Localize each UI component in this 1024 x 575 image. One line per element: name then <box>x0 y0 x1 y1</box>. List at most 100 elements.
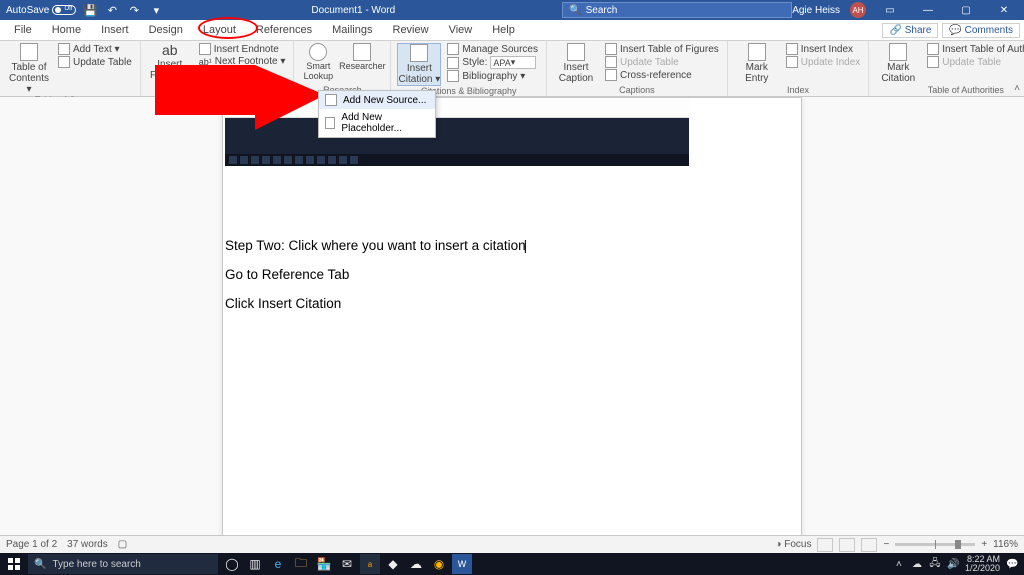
user-name[interactable]: Agie Heiss <box>792 5 840 16</box>
insert-toa-button[interactable]: Insert Table of Authorities <box>925 43 1024 55</box>
add-source-icon <box>325 94 337 106</box>
file-explorer-icon[interactable]: 🗀 <box>291 554 311 574</box>
smart-lookup-button[interactable]: Smart Lookup <box>300 43 336 82</box>
qat-customize-icon[interactable]: ▾ <box>148 2 164 18</box>
tab-mailings[interactable]: Mailings <box>322 21 382 39</box>
tray-chevron-icon[interactable]: ˄ <box>893 559 905 570</box>
update-toc-button[interactable]: Update Table <box>56 56 134 68</box>
zoom-slider[interactable] <box>895 543 975 546</box>
onedrive-icon[interactable]: ☁ <box>406 554 426 574</box>
taskbar-search[interactable]: 🔍 Type here to search <box>28 554 218 574</box>
add-new-placeholder-item[interactable]: Add New Placeholder... <box>319 109 435 137</box>
ribbon-display-options-icon[interactable]: ▭ <box>876 0 904 20</box>
collapse-ribbon-icon[interactable]: ˄ <box>1014 83 1020 94</box>
zoom-in-button[interactable]: + <box>981 539 987 550</box>
windows-taskbar: 🔍 Type here to search ◯ ▥ e 🗀 🏪 ✉ a ◆ ☁ … <box>0 553 1024 575</box>
bibliography-button[interactable]: Bibliography ▾ <box>445 70 540 82</box>
tab-file[interactable]: File <box>4 21 42 39</box>
researcher-button[interactable]: Researcher <box>340 43 384 72</box>
add-text-button[interactable]: Add Text ▾ <box>56 43 134 55</box>
read-mode-view-icon[interactable] <box>817 538 833 552</box>
start-button[interactable] <box>0 553 28 575</box>
word-count[interactable]: 37 words <box>67 539 108 550</box>
add-new-source-item[interactable]: Add New Source... <box>319 91 435 109</box>
task-view-icon[interactable]: ▥ <box>245 554 265 574</box>
citation-icon <box>410 44 428 62</box>
redo-icon[interactable]: ↷ <box>126 2 142 18</box>
action-center-icon[interactable]: 💬 <box>1006 559 1018 570</box>
citation-style-select[interactable]: Style: APA ▾ <box>445 56 540 69</box>
insert-index-button[interactable]: Insert Index <box>784 43 863 55</box>
insert-index-label: Insert Index <box>801 44 853 55</box>
crossref-label: Cross-reference <box>620 70 692 81</box>
amazon-icon[interactable]: a <box>360 554 380 574</box>
user-avatar[interactable]: AH <box>850 2 866 18</box>
doc-paragraph-2[interactable]: Go to Reference Tab <box>225 267 799 282</box>
chrome-icon[interactable]: ◉ <box>429 554 449 574</box>
document-body[interactable]: Step Two: Click where you want to insert… <box>223 166 801 311</box>
share-button[interactable]: 🔗 Share <box>882 23 938 38</box>
tab-references[interactable]: References <box>246 21 322 39</box>
edge-icon[interactable]: e <box>268 554 288 574</box>
caption-icon <box>567 43 585 61</box>
toc-button-label: Table of Contents ▾ <box>6 62 52 95</box>
word-icon[interactable]: W <box>452 554 472 574</box>
doc-paragraph-3[interactable]: Click Insert Citation <box>225 296 799 311</box>
insert-citation-button[interactable]: Insert Citation ▾ <box>397 43 441 86</box>
tab-layout[interactable]: Layout <box>193 21 246 39</box>
next-footnote-button[interactable]: ab¹Next Footnote ▾ <box>197 56 288 67</box>
maximize-icon[interactable]: ▢ <box>952 0 980 20</box>
tell-me-search[interactable]: 🔍 Search <box>562 2 792 18</box>
insert-table-of-figures-button[interactable]: Insert Table of Figures <box>603 43 721 55</box>
insert-footnote-button[interactable]: ab Insert Footnote <box>147 43 193 81</box>
tab-design[interactable]: Design <box>139 21 193 39</box>
table-of-contents-button[interactable]: Table of Contents ▾ <box>6 43 52 95</box>
minimize-icon[interactable]: — <box>914 0 942 20</box>
save-icon[interactable]: 💾 <box>82 2 98 18</box>
cortana-icon[interactable]: ◯ <box>222 554 242 574</box>
print-layout-view-icon[interactable] <box>839 538 855 552</box>
update-toc-label: Update Table <box>73 57 132 68</box>
bibliography-icon <box>447 70 459 82</box>
tab-help[interactable]: Help <box>482 21 525 39</box>
dropbox-icon[interactable]: ◆ <box>383 554 403 574</box>
autosave-toggle[interactable]: AutoSave Off <box>6 5 76 16</box>
tab-insert[interactable]: Insert <box>91 21 139 39</box>
manage-sources-icon <box>447 43 459 55</box>
insert-caption-label: Insert Caption <box>553 62 599 84</box>
group-label-captions: Captions <box>553 85 721 96</box>
search-icon: 🔍 <box>569 5 581 16</box>
doc-paragraph-1[interactable]: Step Two: Click where you want to insert… <box>225 238 799 253</box>
focus-mode-button[interactable]: ◑ Focus <box>775 539 811 550</box>
tab-view[interactable]: View <box>439 21 483 39</box>
cross-reference-button[interactable]: Cross-reference <box>603 69 721 81</box>
mark-citation-label: Mark Citation <box>875 62 921 84</box>
manage-sources-button[interactable]: Manage Sources <box>445 43 540 55</box>
page-indicator[interactable]: Page 1 of 2 <box>6 539 57 550</box>
document-page[interactable]: Type here to search Step Two: Click wher… <box>222 97 802 535</box>
undo-icon[interactable]: ↶ <box>104 2 120 18</box>
mark-citation-button[interactable]: Mark Citation <box>875 43 921 84</box>
tab-review[interactable]: Review <box>383 21 439 39</box>
insert-toa-label: Insert Table of Authorities <box>942 44 1024 55</box>
update-toa-button: Update Table <box>925 56 1024 68</box>
tray-onedrive-icon[interactable]: ☁ <box>911 559 923 570</box>
close-icon[interactable]: ✕ <box>990 0 1018 20</box>
insert-caption-button[interactable]: Insert Caption <box>553 43 599 84</box>
tray-date[interactable]: 1/2/2020 <box>965 564 1000 573</box>
tray-volume-icon[interactable]: 🔊 <box>947 559 959 570</box>
spellcheck-icon[interactable]: ▢ <box>118 539 127 550</box>
insert-endnote-button[interactable]: Insert Endnote <box>197 43 288 55</box>
store-icon[interactable]: 🏪 <box>314 554 334 574</box>
zoom-out-button[interactable]: − <box>883 539 889 550</box>
comments-button[interactable]: 💬 Comments <box>942 23 1020 38</box>
tray-network-icon[interactable]: 🖧 <box>929 556 941 573</box>
show-notes-label: Show Notes <box>214 69 268 80</box>
group-index: Mark Entry Insert Index Update Index Ind… <box>728 41 870 96</box>
zoom-level[interactable]: 116% <box>993 539 1018 550</box>
mark-entry-button[interactable]: Mark Entry <box>734 43 780 84</box>
tab-home[interactable]: Home <box>42 21 91 39</box>
mail-icon[interactable]: ✉ <box>337 554 357 574</box>
document-canvas[interactable]: Type here to search Step Two: Click wher… <box>0 97 1024 535</box>
web-layout-view-icon[interactable] <box>861 538 877 552</box>
